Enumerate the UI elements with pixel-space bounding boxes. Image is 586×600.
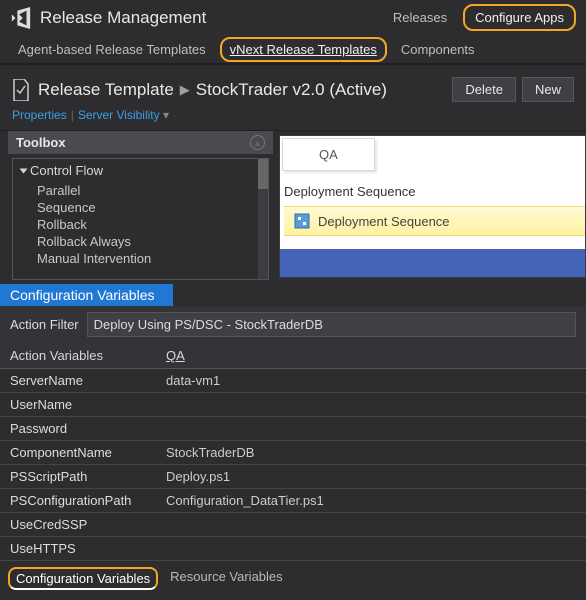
table-row: UseCredSSP	[0, 513, 586, 537]
server-visibility-dropdown[interactable]: Server Visibility	[78, 108, 169, 122]
var-name-cell: Password	[0, 417, 156, 441]
document-props: Properties | Server Visibility	[0, 106, 586, 130]
variables-table: Action Variables QA ServerNamedata-vm1Us…	[0, 343, 586, 561]
var-value-cell[interactable]	[156, 417, 586, 441]
top-tab-releases[interactable]: Releases	[383, 6, 457, 29]
design-surface[interactable]: QA Deployment Sequence Deployment Sequen…	[279, 135, 586, 278]
tab-configuration-variables[interactable]: Configuration Variables	[8, 567, 158, 590]
breadcrumb-separator-icon: ▶	[180, 82, 190, 98]
collapse-icon[interactable]: ▲	[250, 135, 265, 150]
subtab-bar: Agent-based Release Templates vNext Rele…	[0, 35, 586, 65]
stage-tab-qa[interactable]: QA	[282, 138, 375, 171]
vs-logo-icon	[10, 7, 32, 29]
var-name-cell: UseHTTPS	[0, 537, 156, 561]
tree-root-label: Control Flow	[30, 163, 103, 178]
tree-item-manual-intervention[interactable]: Manual Intervention	[13, 250, 268, 267]
table-row: PSScriptPathDeploy.ps1	[0, 465, 586, 489]
table-row: PSConfigurationPathConfiguration_DataTie…	[0, 489, 586, 513]
action-filter-row: Action Filter Deploy Using PS/DSC - Stoc…	[0, 306, 586, 343]
tree-item-rollback-always[interactable]: Rollback Always	[13, 233, 268, 250]
tree-item-sequence[interactable]: Sequence	[13, 199, 268, 216]
table-row: ServerNamedata-vm1	[0, 369, 586, 393]
toolbox-header: Toolbox ▲	[8, 131, 273, 154]
deployment-sequence-label: Deployment Sequence	[284, 184, 416, 199]
tree-item-rollback[interactable]: Rollback	[13, 216, 268, 233]
properties-link[interactable]: Properties	[12, 108, 67, 122]
table-row: UserName	[0, 393, 586, 417]
var-name-cell: UseCredSSP	[0, 513, 156, 537]
var-name-cell: PSScriptPath	[0, 465, 156, 489]
sequence-icon	[294, 213, 310, 229]
new-button[interactable]: New	[522, 77, 574, 102]
var-value-cell[interactable]: Configuration_DataTier.ps1	[156, 489, 586, 513]
expand-caret-icon[interactable]	[20, 169, 28, 174]
var-value-cell[interactable]	[156, 513, 586, 537]
action-filter-label: Action Filter	[10, 317, 79, 332]
app-title: Release Management	[40, 8, 383, 28]
var-value-cell[interactable]	[156, 537, 586, 561]
top-tab-configure-apps[interactable]: Configure Apps	[463, 4, 576, 31]
var-value-cell[interactable]: StockTraderDB	[156, 441, 586, 465]
toolbox-body: Control Flow Parallel Sequence Rollback …	[12, 158, 269, 280]
template-name: StockTrader v2.0 (Active)	[196, 80, 387, 100]
delete-button[interactable]: Delete	[452, 77, 516, 102]
table-row: UseHTTPS	[0, 537, 586, 561]
col-action-variables: Action Variables	[0, 343, 156, 369]
page-type-label: Release Template	[38, 80, 174, 100]
var-name-cell: ComponentName	[0, 441, 156, 465]
deployment-sequence-text: Deployment Sequence	[318, 214, 450, 229]
subtab-vnext-templates[interactable]: vNext Release Templates	[220, 37, 387, 62]
var-name-cell: UserName	[0, 393, 156, 417]
table-row: Password	[0, 417, 586, 441]
table-row: ComponentNameStockTraderDB	[0, 441, 586, 465]
toolbox-panel: Toolbox ▲ Control Flow Parallel Sequence…	[8, 131, 273, 282]
workspace: Toolbox ▲ Control Flow Parallel Sequence…	[0, 130, 586, 282]
tab-resource-variables[interactable]: Resource Variables	[168, 567, 284, 590]
bottom-tabs: Configuration Variables Resource Variabl…	[0, 561, 586, 590]
title-bar: Release Management Releases Configure Ap…	[0, 0, 586, 35]
var-value-cell[interactable]: Deploy.ps1	[156, 465, 586, 489]
var-name-cell: ServerName	[0, 369, 156, 393]
scrollbar-thumb[interactable]	[258, 159, 268, 189]
col-qa[interactable]: QA	[156, 343, 586, 369]
subtab-components[interactable]: Components	[393, 39, 483, 60]
document-icon	[12, 79, 30, 101]
toolbox-scrollbar[interactable]	[258, 159, 268, 279]
var-value-cell[interactable]: data-vm1	[156, 369, 586, 393]
deployment-sequence-row[interactable]: Deployment Sequence	[284, 206, 585, 236]
var-name-cell: PSConfigurationPath	[0, 489, 156, 513]
design-bottom-strip	[280, 249, 585, 277]
action-filter-select[interactable]: Deploy Using PS/DSC - StockTraderDB	[87, 312, 576, 337]
tree-item-parallel[interactable]: Parallel	[13, 182, 268, 199]
toolbox-title: Toolbox	[16, 135, 66, 150]
var-value-cell[interactable]	[156, 393, 586, 417]
tree-root[interactable]: Control Flow	[13, 159, 268, 182]
document-header: Release Template ▶ StockTrader v2.0 (Act…	[0, 65, 586, 106]
subtab-agent-templates[interactable]: Agent-based Release Templates	[10, 39, 214, 60]
separator: |	[71, 108, 74, 122]
config-variables-header[interactable]: Configuration Variables	[0, 284, 173, 306]
